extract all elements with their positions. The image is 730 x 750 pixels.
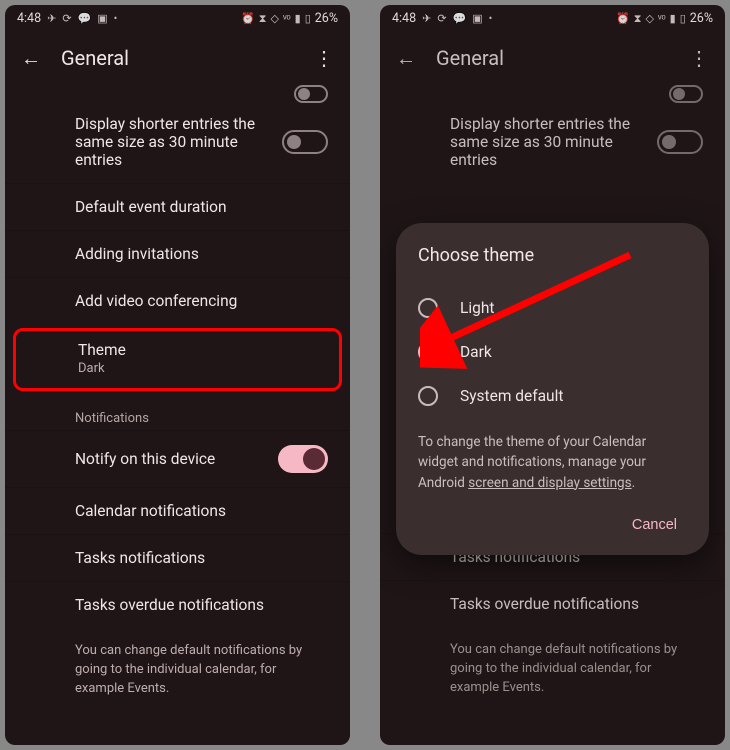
status-bar: 4:48 ✈ ⟳ 💬 ▣ • ⏰ ⧗ ◇ ᵛᵒ ▮ ▯ 26% — [5, 5, 350, 31]
alarm-icon: ⏰ — [616, 13, 630, 24]
title-bar: ← General ⋮ — [5, 31, 350, 85]
battery-percent: 26% — [315, 11, 338, 26]
battery-icon: ▯ — [680, 13, 686, 24]
row-theme-highlighted[interactable]: Theme Dark — [13, 328, 342, 391]
video-conferencing-label: Add video conferencing — [75, 292, 328, 310]
radio-label-light: Light — [460, 299, 494, 317]
dialog-note-suffix: . — [632, 475, 636, 491]
screen-display-settings-link[interactable]: screen and display settings — [468, 475, 631, 491]
play-icon: ▣ — [472, 13, 482, 24]
theme-value: Dark — [78, 361, 325, 376]
row-shorter-entries: Display shorter entries the same size as… — [380, 85, 725, 183]
row-calendar-notifs[interactable]: Calendar notifications — [5, 487, 350, 534]
notify-device-label: Notify on this device — [75, 450, 215, 468]
footer-note: You can change default notifications by … — [380, 627, 725, 698]
chat-icon: 💬 — [78, 13, 92, 24]
dot-icon: • — [489, 13, 493, 24]
alarm-icon: ⏰ — [241, 13, 255, 24]
theme-dialog: Choose theme Light Dark System default T… — [396, 223, 709, 555]
shorter-entries-label: Display shorter entries the same size as… — [450, 115, 650, 169]
play-icon: ▣ — [97, 13, 107, 24]
chat-icon: 💬 — [453, 13, 467, 24]
tasks-overdue-label: Tasks overdue notifications — [450, 595, 703, 613]
partial-toggle-off[interactable] — [294, 85, 328, 103]
status-time: 4:48 — [392, 11, 416, 26]
calendar-notifs-label: Calendar notifications — [75, 502, 328, 520]
page-title: General — [61, 46, 308, 70]
sync-icon: ⟳ — [62, 13, 71, 24]
dialog-note: To change the theme of your Calendar wid… — [418, 432, 687, 493]
radio-label-dark: Dark — [460, 343, 492, 361]
notify-device-toggle[interactable] — [278, 445, 328, 473]
signal-icon: ▮ — [295, 13, 301, 24]
bluetooth-icon: ⧗ — [259, 13, 267, 24]
radio-light[interactable] — [418, 298, 438, 318]
notifications-section-label: Notifications — [5, 395, 350, 430]
status-bar: 4:48 ✈ ⟳ 💬 ▣ • ⏰ ⧗ ◇ ᵛᵒ ▮ ▯ 26% — [380, 5, 725, 31]
row-tasks-overdue: Tasks overdue notifications — [380, 580, 725, 627]
telegram-icon: ✈ — [422, 13, 431, 24]
radio-row-light[interactable]: Light — [418, 286, 687, 330]
theme-label: Theme — [78, 341, 325, 359]
volte-icon: ᵛᵒ — [283, 13, 291, 24]
dot-icon: • — [114, 13, 118, 24]
row-default-duration[interactable]: Default event duration — [5, 183, 350, 230]
radio-dark[interactable] — [418, 342, 438, 362]
shorter-entries-label: Display shorter entries the same size as… — [75, 115, 275, 169]
footer-note: You can change default notifications by … — [5, 628, 350, 699]
tasks-notifs-label: Tasks notifications — [75, 549, 328, 567]
telegram-icon: ✈ — [47, 13, 56, 24]
status-time: 4:48 — [17, 11, 41, 26]
battery-percent: 26% — [690, 11, 713, 26]
back-icon[interactable]: ← — [390, 42, 422, 74]
page-title: General — [436, 46, 683, 70]
shorter-entries-toggle — [657, 130, 703, 154]
signal-icon: ▮ — [670, 13, 676, 24]
row-video-conferencing[interactable]: Add video conferencing — [5, 277, 350, 324]
back-icon[interactable]: ← — [15, 42, 47, 74]
bluetooth-icon: ⧗ — [634, 13, 642, 24]
dialog-title: Choose theme — [418, 245, 687, 266]
radio-label-system: System default — [460, 387, 563, 405]
shorter-entries-toggle[interactable] — [282, 130, 328, 154]
adding-invitations-label: Adding invitations — [75, 245, 328, 263]
phone-left: 4:48 ✈ ⟳ 💬 ▣ • ⏰ ⧗ ◇ ᵛᵒ ▮ ▯ 26% ← Genera… — [5, 5, 350, 745]
row-tasks-notifs[interactable]: Tasks notifications — [5, 534, 350, 581]
tasks-overdue-label: Tasks overdue notifications — [75, 596, 328, 614]
radio-system[interactable] — [418, 386, 438, 406]
wifi-icon: ◇ — [271, 13, 279, 24]
wifi-icon: ◇ — [646, 13, 654, 24]
battery-icon: ▯ — [305, 13, 311, 24]
sync-icon: ⟳ — [437, 13, 446, 24]
default-duration-label: Default event duration — [75, 198, 328, 216]
title-bar: ← General ⋮ — [380, 31, 725, 85]
phone-right: 4:48 ✈ ⟳ 💬 ▣ • ⏰ ⧗ ◇ ᵛᵒ ▮ ▯ 26% ← Genera… — [380, 5, 725, 745]
cancel-button[interactable]: Cancel — [622, 509, 687, 541]
more-icon[interactable]: ⋮ — [683, 42, 715, 74]
more-icon[interactable]: ⋮ — [308, 42, 340, 74]
volte-icon: ᵛᵒ — [658, 13, 666, 24]
row-adding-invitations[interactable]: Adding invitations — [5, 230, 350, 277]
row-tasks-overdue[interactable]: Tasks overdue notifications — [5, 581, 350, 628]
radio-row-dark[interactable]: Dark — [418, 330, 687, 374]
row-notify-device[interactable]: Notify on this device — [5, 430, 350, 487]
radio-row-system[interactable]: System default — [418, 374, 687, 418]
